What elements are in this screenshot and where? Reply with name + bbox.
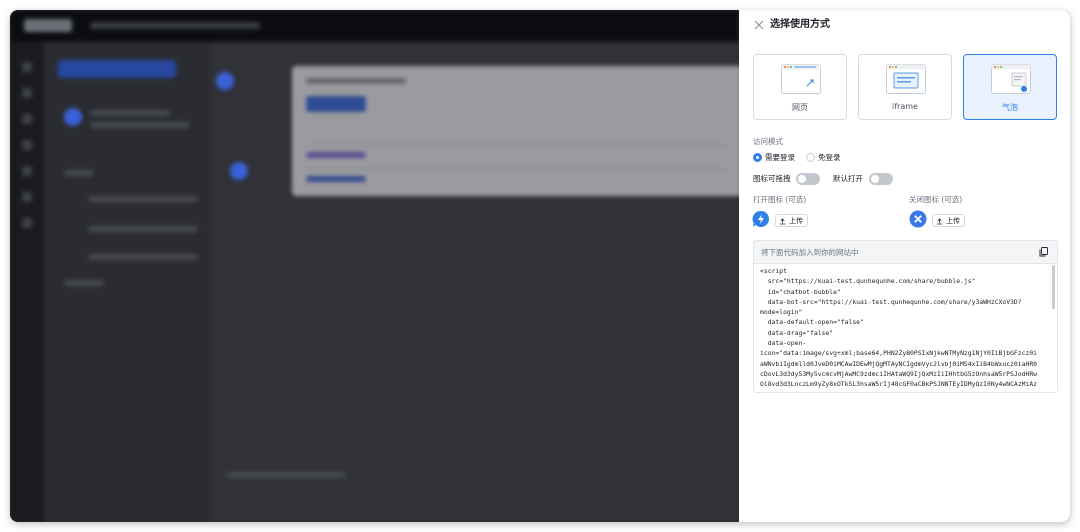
option-webpage-label: 网页 <box>792 103 808 112</box>
close-icon[interactable] <box>753 19 765 31</box>
webpage-preview-icon <box>781 64 821 94</box>
background-logo <box>24 19 72 32</box>
radio-no-login[interactable] <box>806 153 815 162</box>
background-modal <box>292 66 742 196</box>
usage-mode-drawer: 选择使用方式 网页 iframe 气泡 访问模式 需要登录 免登录 图标可拖拽 … <box>739 10 1070 522</box>
default-open-label: 默认打开 <box>833 174 863 183</box>
option-webpage-card[interactable]: 网页 <box>753 54 847 120</box>
option-bubble-card[interactable]: 气泡 <box>963 54 1057 120</box>
embed-code-hint: 将下面代码加入到你的网站中 <box>761 248 859 257</box>
radio-require-login[interactable] <box>753 153 762 162</box>
copy-icon[interactable] <box>1039 247 1048 257</box>
background-app <box>10 10 742 522</box>
x-circle-icon <box>909 210 927 228</box>
upload-close-icon-button[interactable]: 上传 <box>932 214 965 227</box>
drawer-title: 选择使用方式 <box>770 19 830 30</box>
code-scrollbar[interactable] <box>1052 265 1055 309</box>
background-breadcrumb <box>90 22 260 29</box>
access-mode-label: 访问模式 <box>753 137 783 146</box>
open-icon-label: 打开图标 (可选) <box>753 195 807 204</box>
embed-code-text[interactable]: <script src="https://kuai-test.qunhequnh… <box>760 266 1048 390</box>
draggable-label: 图标可拖拽 <box>753 174 791 183</box>
app-window: 选择使用方式 网页 iframe 气泡 访问模式 需要登录 免登录 图标可拖拽 … <box>10 10 1070 522</box>
iframe-preview-icon <box>886 64 926 94</box>
option-iframe-label: iframe <box>892 102 918 111</box>
upload-icon <box>779 217 786 224</box>
background-primary-button <box>58 60 176 78</box>
option-bubble-label: 气泡 <box>1002 103 1018 112</box>
radio-no-login-label: 免登录 <box>818 153 841 162</box>
background-rail <box>10 42 44 522</box>
upload-open-icon-button[interactable]: 上传 <box>775 214 808 227</box>
radio-require-login-label: 需要登录 <box>765 153 795 162</box>
background-topbar <box>10 10 739 42</box>
background-sidebar <box>44 42 210 522</box>
bubble-preview-icon <box>991 64 1031 94</box>
draggable-toggle[interactable] <box>796 173 820 185</box>
embed-code-box: 将下面代码加入到你的网站中 <script src="https://kuai-… <box>753 240 1058 393</box>
lightning-bubble-icon <box>752 210 770 227</box>
embed-code-header: 将下面代码加入到你的网站中 <box>754 241 1057 264</box>
close-icon-label: 关闭图标 (可选) <box>909 195 963 204</box>
option-iframe-card[interactable]: iframe <box>858 54 952 120</box>
upload-icon <box>936 217 943 224</box>
default-open-toggle[interactable] <box>869 173 893 185</box>
